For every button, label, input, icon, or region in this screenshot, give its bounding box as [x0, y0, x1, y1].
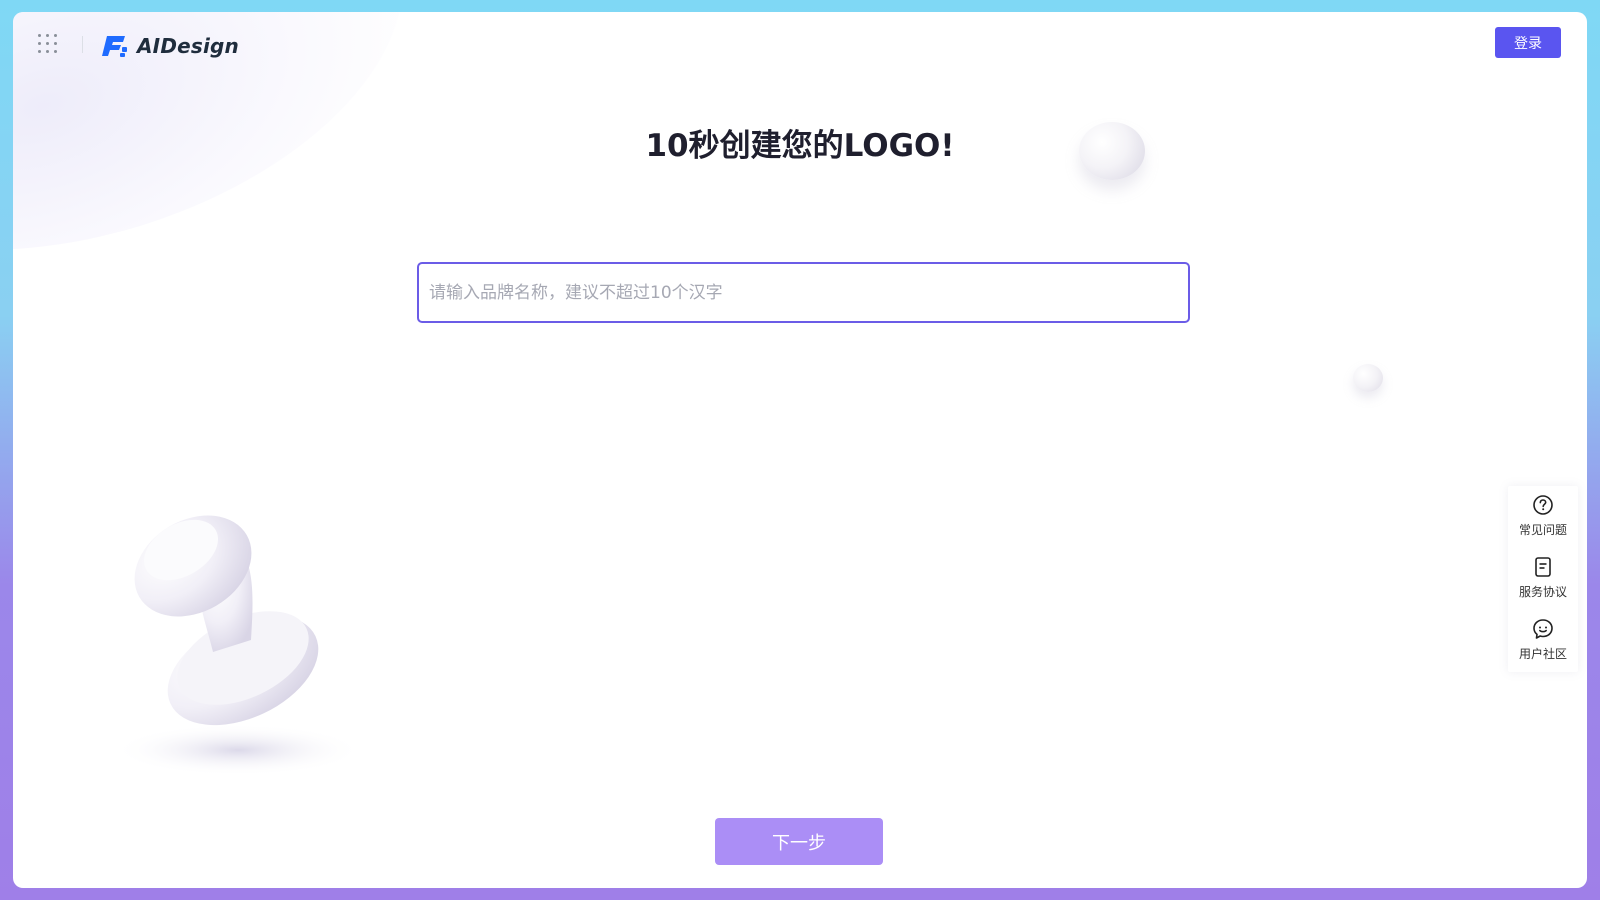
app-window: AIDesign 登录 10秒创建您的LOGO! 请输入品牌名称，建议不超过10… — [13, 12, 1587, 888]
help-side-panel: 常见问题 服务协议 用户社区 — [1508, 486, 1578, 672]
side-item-label: 常见问题 — [1518, 523, 1567, 537]
app-grid-icon[interactable] — [38, 34, 60, 56]
divider — [82, 36, 83, 53]
side-item-faq[interactable]: 常见问题 — [1508, 486, 1578, 544]
brand-logo[interactable]: AIDesign — [101, 32, 239, 60]
brand-name: AIDesign — [137, 34, 240, 58]
brand-name-input[interactable] — [417, 262, 1190, 323]
decorative-sphere-small — [1353, 364, 1383, 392]
question-circle-icon — [1533, 495, 1553, 515]
aidesign-logo-icon — [102, 36, 127, 57]
side-item-community[interactable]: 用户社区 — [1508, 610, 1578, 668]
login-button[interactable]: 登录 — [1495, 27, 1561, 58]
side-item-label: 用户社区 — [1518, 647, 1567, 661]
page-title: 10秒创建您的LOGO! — [645, 128, 955, 164]
chat-smile-icon — [1533, 619, 1553, 639]
top-bar: AIDesign 登录 — [13, 12, 1587, 76]
next-step-button[interactable]: 下一步 — [715, 818, 883, 865]
decorative-sphere — [1079, 122, 1145, 180]
document-icon — [1535, 557, 1551, 577]
side-item-label: 服务协议 — [1518, 585, 1567, 599]
stamp-illustration — [113, 515, 363, 776]
side-item-service-agreement[interactable]: 服务协议 — [1508, 548, 1578, 606]
